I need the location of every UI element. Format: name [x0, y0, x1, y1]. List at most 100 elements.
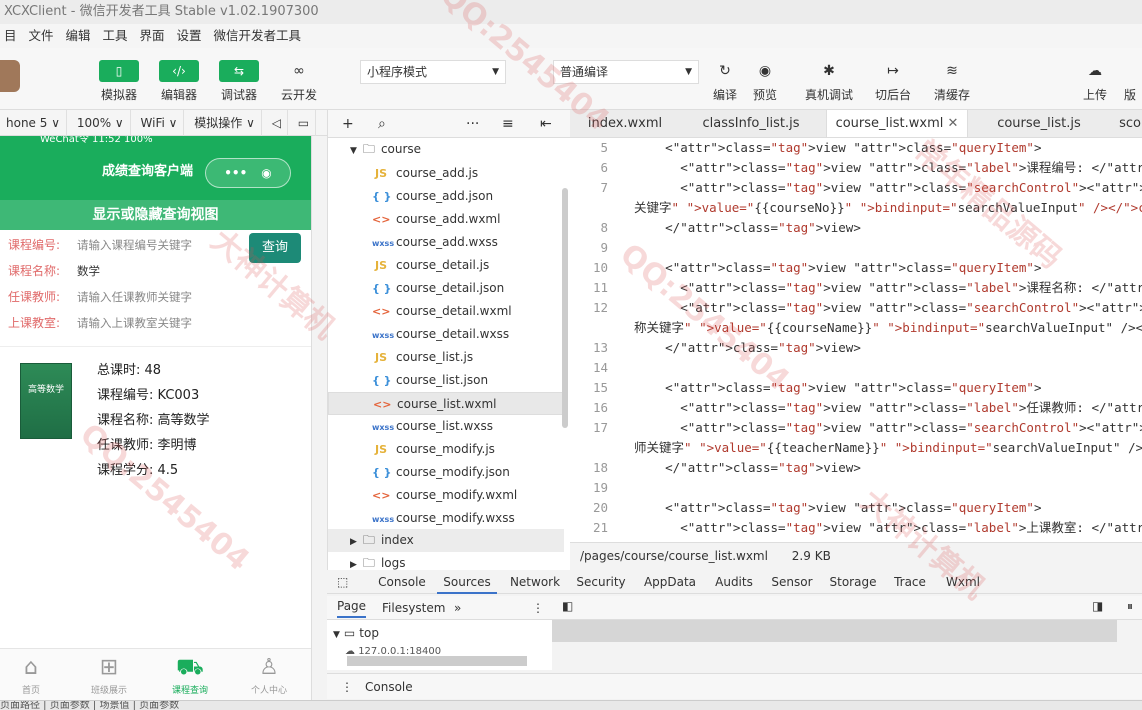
file-item[interactable]: JS course_modify.js: [328, 438, 564, 461]
editor-button[interactable]: ‹/› 编辑器: [155, 60, 203, 103]
collapse-icon[interactable]: ⇤: [540, 110, 552, 138]
compile-select[interactable]: 普通编译 ▼: [553, 60, 699, 84]
menu-item-settings[interactable]: 设置: [177, 24, 202, 48]
query-button[interactable]: 查询: [249, 233, 301, 263]
tab-course-query[interactable]: ⛟ 课程查询: [155, 653, 225, 696]
inspect-icon[interactable]: ⬚: [337, 570, 348, 594]
tab-classinfo-list-js[interactable]: classInfo_list.js: [680, 110, 822, 137]
chevron-double-right-icon[interactable]: »: [454, 596, 461, 620]
background-button[interactable]: ↦ 切后台: [869, 60, 917, 103]
file-item[interactable]: { } course_list.json: [328, 369, 564, 392]
tab-audits[interactable]: Audits: [704, 570, 764, 594]
file-item[interactable]: <> course_detail.wxml: [328, 300, 564, 323]
upload-button[interactable]: ☁ 上传: [1071, 60, 1119, 103]
code-editor[interactable]: 5 <"attr">class="tag">view "attr">class=…: [570, 138, 1142, 542]
close-circle-icon[interactable]: ◉: [261, 166, 271, 180]
file-name: course_list.wxss: [396, 419, 493, 433]
sort-icon[interactable]: ≡: [502, 110, 514, 138]
tab-sources[interactable]: Sources: [437, 570, 497, 594]
console-drawer-tab[interactable]: Console: [365, 674, 413, 700]
menu-item-project[interactable]: 目: [4, 24, 17, 48]
file-item[interactable]: <> course_list.wxml: [328, 392, 564, 415]
file-item[interactable]: wxss course_detail.wxss: [328, 323, 564, 346]
zoom-select[interactable]: 100% ∨: [71, 110, 131, 136]
debugger-button[interactable]: ⇆ 调试器: [215, 60, 263, 103]
capsule-menu[interactable]: ••• ◉: [205, 158, 291, 188]
menu-item-file[interactable]: 文件: [29, 24, 54, 48]
menu-item-devtools[interactable]: 微信开发者工具: [214, 24, 302, 48]
network-select[interactable]: WiFi ∨: [135, 110, 185, 136]
wxss-file-icon: wxss: [372, 515, 395, 524]
host-item[interactable]: ☁ 127.0.0.1:18400: [345, 646, 441, 656]
tab-profile[interactable]: ♙ 个人中心: [234, 653, 304, 696]
file-item[interactable]: { } course_add.json: [328, 185, 564, 208]
line-number: 6: [600, 160, 608, 175]
tab-page[interactable]: Page: [337, 596, 367, 618]
folder-logs[interactable]: ▶ 🗀 logs: [328, 552, 564, 570]
tab-appdata[interactable]: AppData: [640, 570, 700, 594]
toggle-query-view-button[interactable]: 显示或隐藏查询视图: [0, 200, 311, 230]
mute-icon[interactable]: ◁: [266, 110, 288, 136]
window-icon[interactable]: ▭: [292, 110, 317, 136]
file-item[interactable]: JS course_detail.js: [328, 254, 564, 277]
tree-scrollbar[interactable]: [562, 188, 568, 428]
tab-console[interactable]: Console: [372, 570, 432, 594]
preview-button[interactable]: ◉ 预览: [741, 60, 789, 103]
tab-network[interactable]: Network: [505, 570, 565, 594]
menu-item-edit[interactable]: 编辑: [66, 24, 91, 48]
tab-course-list-wxml[interactable]: course_list.wxml ✕: [826, 110, 968, 137]
tab-index-wxml[interactable]: index.wxml: [570, 110, 680, 137]
version-button[interactable]: 版: [1118, 60, 1142, 103]
tab-class-display[interactable]: ⊞ 班级展示: [74, 653, 144, 696]
menu-item-tools[interactable]: 工具: [103, 24, 128, 48]
menu-item-view[interactable]: 界面: [140, 24, 165, 48]
file-item[interactable]: { } course_modify.json: [328, 461, 564, 484]
mode-select[interactable]: 小程序模式 ▼: [360, 60, 506, 84]
file-item[interactable]: { } course_detail.json: [328, 277, 564, 300]
file-item[interactable]: <> course_add.wxml: [328, 208, 564, 231]
tab-more[interactable]: sco: [1110, 110, 1142, 137]
tab-course-list-js[interactable]: course_list.js: [974, 110, 1104, 137]
tab-storage[interactable]: Storage: [823, 570, 883, 594]
close-icon[interactable]: ✕: [948, 116, 959, 131]
tab-filesystem[interactable]: Filesystem: [382, 596, 445, 620]
more-icon[interactable]: ···: [466, 110, 479, 138]
kebab-icon[interactable]: ⋮: [341, 674, 353, 700]
avatar[interactable]: [0, 60, 20, 92]
folder-course[interactable]: ▼ 🗀 course: [328, 138, 564, 161]
code-text: <"attr">class="tag">view "attr">class="s…: [620, 300, 1142, 315]
add-icon[interactable]: +: [342, 110, 354, 138]
simulator-button[interactable]: ▯ 模拟器: [95, 60, 143, 103]
file-item[interactable]: wxss course_add.wxss: [328, 231, 564, 254]
search-icon[interactable]: ⌕: [378, 110, 386, 138]
tab-security[interactable]: Security: [571, 570, 631, 594]
classroom-input[interactable]: 请输入上课教室关键字: [77, 310, 192, 336]
course-card[interactable]: 高等数学 总课时: 48 课程编号: KC003 课程名称: 高等数学 任课教师…: [0, 346, 311, 478]
clear-cache-button[interactable]: ≋ 清缓存: [928, 60, 976, 103]
file-item[interactable]: wxss course_list.wxss: [328, 415, 564, 438]
tab-trace[interactable]: Trace: [880, 570, 940, 594]
simulate-select[interactable]: 模拟操作 ∨: [188, 110, 262, 136]
pause-icon[interactable]: ⏸: [1127, 599, 1133, 614]
cloud-button[interactable]: ∞ 云开发: [275, 60, 323, 103]
toggle-debugger-icon[interactable]: ◨: [1092, 599, 1103, 613]
kebab-icon[interactable]: ⋮: [532, 596, 544, 620]
folder-index[interactable]: ▶ 🗀 index: [328, 529, 564, 552]
real-debug-button[interactable]: ✱ 真机调试: [805, 60, 853, 103]
teacher-input[interactable]: 请输入任课教师关键字: [77, 284, 192, 310]
course-name-input[interactable]: 数学: [77, 258, 100, 284]
folder-icon: 🗀: [362, 533, 375, 547]
file-item[interactable]: JS course_list.js: [328, 346, 564, 369]
tab-sensor[interactable]: Sensor: [762, 570, 822, 594]
file-item[interactable]: JS course_add.js: [328, 162, 564, 185]
toggle-navigator-icon[interactable]: ◧: [562, 599, 573, 613]
file-item[interactable]: <> course_modify.wxml: [328, 484, 564, 507]
course-no-input[interactable]: 请输入课程编号关键字: [77, 232, 192, 258]
tab-home[interactable]: ⌂ 首页: [0, 653, 66, 696]
tab-wxml[interactable]: Wxml: [933, 570, 993, 594]
sources-scrollbar[interactable]: [347, 656, 527, 666]
frame-top[interactable]: ▼ ▭ top: [333, 626, 379, 640]
file-item[interactable]: wxss course_modify.wxss: [328, 507, 564, 530]
more-dots-icon[interactable]: •••: [224, 166, 247, 180]
device-select[interactable]: hone 5 ∨: [0, 110, 67, 136]
